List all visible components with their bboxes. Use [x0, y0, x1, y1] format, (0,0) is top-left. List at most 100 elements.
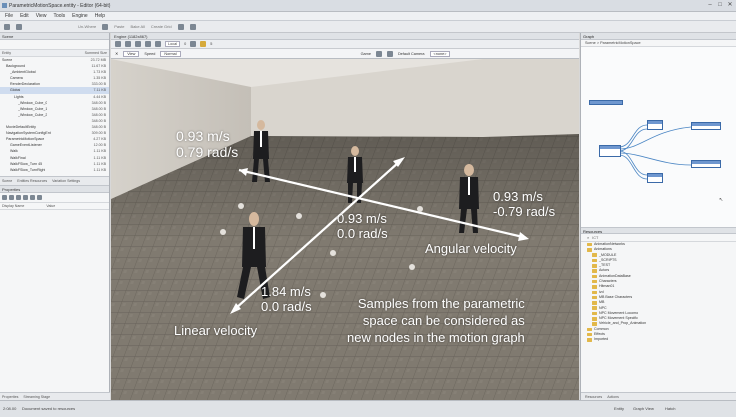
label-center-speed: 0.93 m/s [337, 211, 387, 226]
resources-search-value[interactable]: ICT [592, 236, 598, 240]
label-right-rot: -0.79 rad/s [493, 203, 556, 219]
toolbar-create-grid[interactable]: Create Grid [151, 24, 172, 29]
label-bottom: 1.84 m/s 0.0 rad/s [261, 284, 312, 315]
graph-node-walk-fast[interactable] [647, 173, 663, 183]
tab-streaming-stage[interactable]: Streaming Stage [23, 393, 50, 400]
caption-line-3: new nodes in the motion graph [347, 329, 525, 345]
graph-node-walk-turn-left[interactable] [691, 122, 721, 130]
graph-node-root[interactable] [589, 100, 623, 105]
folder-icon [592, 274, 597, 279]
label-bottom-speed: 1.84 m/s [261, 284, 311, 299]
maximize-button[interactable]: □ [716, 2, 724, 9]
properties-refresh-icon[interactable] [23, 194, 28, 200]
display-name-header[interactable]: Display Name [2, 204, 24, 208]
snap-icon[interactable] [190, 41, 197, 47]
sample-dot [409, 264, 415, 270]
menu-edit[interactable]: Edit [20, 13, 29, 19]
magnet-icon[interactable] [200, 41, 207, 47]
graph-node-motion-space[interactable] [599, 145, 621, 157]
scene-search-bar[interactable] [0, 40, 109, 50]
properties-pin-icon[interactable] [30, 194, 35, 200]
samples-caption: Samples from the parametric space can be… [347, 296, 525, 347]
tab-resources[interactable]: Resources [585, 393, 602, 400]
title-bar: ParametricMotionSpace.entity - Editor (6… [0, 0, 736, 12]
label-bottom-rot: 0.0 rad/s [261, 298, 312, 314]
status-entity[interactable]: Entity [614, 406, 624, 411]
tab-properties[interactable]: Properties [2, 393, 18, 400]
render-icon[interactable] [386, 50, 393, 57]
camera-tool-icon[interactable] [155, 41, 161, 47]
rotate-tool-icon[interactable] [135, 41, 141, 47]
label-right-speed: 0.93 m/s [493, 189, 543, 204]
tab-variation-settings[interactable]: Variation Settings [52, 179, 80, 183]
scale-tool-icon[interactable] [145, 41, 151, 47]
minimize-button[interactable]: – [706, 2, 714, 9]
tab-actions[interactable]: Actions [607, 393, 619, 400]
size-column-header[interactable]: Summed Size [85, 51, 107, 55]
label-center: 0.93 m/s 0.0 rad/s [337, 211, 388, 242]
app-icon [2, 3, 7, 8]
status-graph-view[interactable]: Graph View [633, 406, 654, 411]
paste-icon[interactable] [102, 23, 109, 30]
close-view-icon[interactable]: ✕ [115, 51, 118, 56]
resources-search[interactable]: ⌕ ICT [581, 234, 736, 242]
folder-icon [592, 290, 597, 295]
properties-settings-icon[interactable] [37, 194, 42, 200]
camera-icon[interactable] [375, 50, 382, 57]
graph-breadcrumb[interactable]: Scene > ParametricMotionSpace [581, 40, 736, 47]
status-hatch[interactable]: Hatch [665, 406, 675, 411]
value-header[interactable]: Value [46, 204, 55, 208]
select-tool-icon[interactable] [115, 41, 121, 47]
caption-line-2: space can be considered as [362, 312, 525, 328]
menu-tools[interactable]: Tools [53, 13, 65, 19]
grid-icon[interactable] [16, 23, 22, 30]
space-dropdown[interactable]: Local [165, 41, 181, 47]
move-tool-icon[interactable] [125, 41, 131, 47]
toolbar-unwhere[interactable]: Un-Where [78, 24, 96, 29]
tab-entities-resources[interactable]: Entities Resources [17, 179, 47, 183]
left-panel: Scene Entity Summed Size Scene 23.72 MB Ba… [0, 33, 110, 400]
folder-icon [587, 332, 592, 337]
speed-dropdown[interactable]: Normal [160, 50, 181, 57]
menu-engine[interactable]: Engine [72, 13, 88, 19]
properties-category-icon[interactable] [16, 194, 21, 200]
properties-columns: Display Name Value [0, 203, 109, 210]
resources-tree-item[interactable]: Imported [581, 337, 736, 342]
folder-icon[interactable] [177, 23, 184, 30]
snap-value[interactable]: 5 [210, 42, 212, 46]
game-toggle[interactable]: Game [361, 52, 371, 56]
scene-tree: Scene 23.72 MB Background 11.67 KB _AmbientG… [0, 57, 109, 173]
menu-file[interactable]: File [5, 13, 13, 19]
search-icon: ⌕ [587, 235, 590, 240]
floor-shading [111, 134, 579, 400]
toolbar-bake-all[interactable]: Bake All [130, 24, 144, 29]
grid-value[interactable]: 0 [184, 42, 186, 46]
scene-viewport[interactable]: 0.93 m/s 0.79 rad/s 0.93 m/s -0.79 rad/s… [111, 59, 579, 400]
scene-columns: Entity Summed Size [0, 50, 109, 57]
menu-view[interactable]: View [36, 13, 47, 19]
properties-sort-icon[interactable] [2, 194, 7, 200]
tab-scene[interactable]: Scene [2, 179, 12, 183]
save-icon[interactable] [4, 23, 10, 30]
view-dropdown[interactable]: View [123, 50, 140, 57]
resources-tree-item-label: Imported [594, 337, 609, 342]
sample-dot [296, 213, 302, 219]
disk-icon[interactable] [189, 23, 196, 30]
folder-icon [592, 306, 597, 310]
toolbar-paste[interactable]: Paste [114, 24, 124, 29]
scene-tree-row[interactable]: WalkFSlow_TurnRight 1.11 KB [0, 167, 109, 173]
viewport-toolbar: Local 0 5 [111, 40, 579, 49]
close-button[interactable]: ✕ [726, 2, 734, 9]
label-top-left-speed: 0.93 m/s [176, 128, 230, 144]
camera-dropdown[interactable]: <none> [429, 50, 451, 57]
properties-filter-icon[interactable] [9, 194, 14, 200]
scene-tree-row-name: _Window_Cube_2 [18, 112, 48, 117]
sample-dot [238, 203, 244, 209]
graph-node-walk-turn-right[interactable] [691, 160, 721, 168]
sample-dot [220, 229, 226, 235]
graph-node-walk[interactable] [647, 120, 663, 130]
menu-help[interactable]: Help [95, 13, 105, 19]
properties-panel-header: Properties [0, 185, 109, 193]
graph-canvas[interactable]: ↖ [581, 47, 736, 227]
entity-column-header[interactable]: Entity [2, 51, 11, 55]
